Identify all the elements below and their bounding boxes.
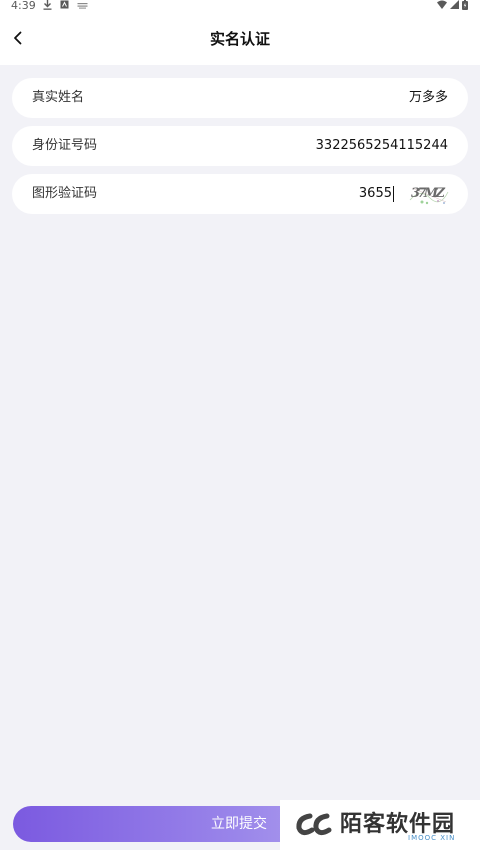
signal-icon [450, 0, 459, 12]
id-number-row[interactable]: 身份证号码 3322565254115244 [12, 126, 468, 166]
captcha-input-value: 3655 [358, 186, 392, 201]
name-field[interactable]: 万多多 [409, 78, 448, 118]
battery-icon [462, 0, 468, 13]
download-icon [43, 0, 52, 13]
status-icons-left [43, 0, 88, 12]
captcha-input[interactable]: 3655 [359, 174, 394, 214]
name-label: 真实姓名 [32, 90, 85, 105]
id-number-label: 身份证号码 [32, 138, 98, 153]
app-header: 实名认证 [0, 14, 480, 65]
captcha-image[interactable]: 37MZ [408, 182, 450, 206]
captcha-label: 图形验证码 [32, 186, 98, 201]
notification-icon [77, 0, 88, 12]
name-row[interactable]: 真实姓名 万多多 [12, 78, 468, 118]
watermark-subtext: IMOOC XIN [408, 834, 456, 842]
wifi-icon [437, 0, 447, 12]
submit-button-label: 立即提交 [211, 816, 267, 832]
status-bar: 4:39 [0, 0, 480, 14]
status-time: 4:39 [11, 0, 36, 12]
captcha-image-text: 37MZ [411, 186, 446, 201]
page-title: 实名认证 [209, 30, 270, 48]
watermark-logo-icon [296, 813, 332, 836]
id-number-field[interactable]: 3322565254115244 [316, 126, 448, 166]
app-icon [60, 0, 69, 12]
watermark: 陌客软件园 IMOOC XIN [280, 800, 480, 850]
status-icons-right [437, 0, 468, 12]
text-cursor [393, 186, 394, 202]
captcha-row[interactable]: 图形验证码 3655 37MZ [12, 174, 468, 214]
